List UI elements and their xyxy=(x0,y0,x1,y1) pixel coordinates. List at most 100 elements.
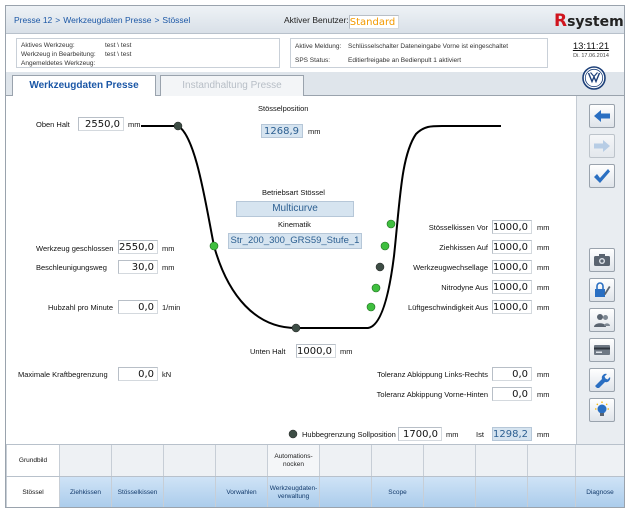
vorwahlen-button[interactable]: Vorwahlen xyxy=(216,477,268,507)
sps-status-label: SPS Status: xyxy=(295,57,331,64)
stoesselkissen-vor-field[interactable]: 1000,0 xyxy=(492,220,532,234)
empty-button-slot xyxy=(164,445,216,477)
active-tool-value: test \ test xyxy=(105,42,132,49)
diagnose-button[interactable]: Diagnose xyxy=(576,477,624,507)
kinematik-select[interactable]: Str_200_300_GRS59_Stufe_1 xyxy=(228,233,362,249)
arrow-right-icon xyxy=(594,140,610,152)
active-user-value: Standard xyxy=(348,15,400,29)
empty-button-slot xyxy=(424,477,476,507)
sps-status-value: Editierfreigabe an Bedienpult 1 aktivier… xyxy=(348,57,462,64)
logged-tool-label: Angemeldetes Werkzeug: xyxy=(21,60,96,67)
stoesselposition-field: 1268,9 xyxy=(261,124,303,138)
lueftgeschwindigkeit-label: Lüftgeschwindigkeit Aus xyxy=(407,303,488,312)
empty-button-slot xyxy=(60,445,112,477)
lueftgeschwindigkeit-point xyxy=(366,302,376,312)
nitrodyne-aus-point xyxy=(371,283,381,293)
vw-logo-icon xyxy=(582,66,606,90)
stoesselposition-label: Stösselposition xyxy=(258,104,309,113)
camera-icon xyxy=(594,254,610,266)
hubzahl-field[interactable]: 0,0 xyxy=(118,300,158,314)
checkmark-icon xyxy=(594,169,610,183)
stoessel-button[interactable]: Stössel xyxy=(6,477,60,507)
werkzeugwechsellage-field[interactable]: 1000,0 xyxy=(492,260,532,274)
bottom-nav-row-2: Stössel Ziehkissen Stösselkissen Vorwahl… xyxy=(6,476,624,507)
lueftgeschwindigkeit-field[interactable]: 1000,0 xyxy=(492,300,532,314)
nitrodyne-aus-field[interactable]: 1000,0 xyxy=(492,280,532,294)
kraftbegrenzung-field[interactable]: 0,0 xyxy=(118,367,158,381)
tab-instandhaltung-presse[interactable]: Instandhaltung Presse xyxy=(160,75,304,96)
breadcrumb-separator: > xyxy=(55,15,61,25)
back-button[interactable] xyxy=(589,104,615,128)
kraftbegrenzung-unit: kN xyxy=(162,370,172,379)
empty-button-slot xyxy=(576,445,624,477)
oben-halt-field[interactable]: 2550,0 xyxy=(78,117,124,131)
lueftgeschwindigkeit-unit: mm xyxy=(537,303,550,312)
empty-button-slot xyxy=(424,445,476,477)
toleranz-lr-field[interactable]: 0,0 xyxy=(492,367,532,381)
bottom-nav-row-1: Grundbild Automations- nocken xyxy=(6,444,624,477)
breadcrumb-item-presse[interactable]: Presse 12 xyxy=(14,15,52,25)
werkzeug-geschlossen-field[interactable]: 2550,0 xyxy=(118,240,158,254)
stoesselkissen-vor-unit: mm xyxy=(537,223,550,232)
top-bar: Presse 12 > Werkzeugdaten Presse > Stössel A… xyxy=(6,6,624,34)
hubbegrenzung-field[interactable]: 1700,0 xyxy=(398,427,442,441)
stoesselkissen-vor-label: Stösselkissen Vor xyxy=(428,223,488,232)
empty-button-slot xyxy=(112,445,164,477)
card-button[interactable] xyxy=(589,338,615,362)
hubbegrenzung-ist-field: 1298,2 xyxy=(492,427,532,441)
active-user: Aktiver Benutzer: Standard xyxy=(284,15,400,29)
toleranz-lr-unit: mm xyxy=(537,370,550,379)
breadcrumb-item-stoessel[interactable]: Stössel xyxy=(162,15,190,25)
card-icon xyxy=(594,345,610,355)
toleranz-vh-unit: mm xyxy=(537,390,550,399)
nitrodyne-aus-label: Nitrodyne Aus xyxy=(441,283,488,292)
tab-werkzeugdaten-presse[interactable]: Werkzeugdaten Presse xyxy=(12,75,156,97)
service-button[interactable] xyxy=(589,368,615,392)
werkzeug-geschlossen-label: Werkzeug geschlossen xyxy=(36,244,114,253)
empty-button-slot xyxy=(476,477,528,507)
breadcrumb-item-werkzeugdaten[interactable]: Werkzeugdaten Presse xyxy=(63,15,151,25)
werkzeug-geschlossen-unit: mm xyxy=(162,244,175,253)
werkzeugdatenverwaltung-button[interactable]: Werkzeugdaten- verwaltung xyxy=(268,477,320,507)
tool-info-box: Aktives Werkzeug: test \ test Werkzeug i… xyxy=(16,38,280,68)
ziehkissen-auf-unit: mm xyxy=(537,243,550,252)
werkzeug-geschlossen-point xyxy=(209,241,219,251)
empty-button-slot xyxy=(320,477,372,507)
forward-button[interactable] xyxy=(589,134,615,158)
main-panel: Oben Halt 2550,0 mm Stösselposition 1268… xyxy=(6,96,574,444)
oben-halt-unit: mm xyxy=(128,120,141,129)
users-button[interactable] xyxy=(589,308,615,332)
hubbegrenzung-label: Hubbegrenzung Sollposition xyxy=(302,430,396,439)
empty-button-slot xyxy=(164,477,216,507)
ziehkissen-button[interactable]: Ziehkissen xyxy=(60,477,112,507)
info-button[interactable] xyxy=(589,398,615,422)
rsystems-logo: Rsystems xyxy=(554,11,624,31)
empty-button-slot xyxy=(320,445,372,477)
betriebsart-select[interactable]: Multicurve xyxy=(236,201,354,217)
oben-halt-point xyxy=(173,121,183,131)
grundbild-button[interactable]: Grundbild xyxy=(6,445,60,477)
camera-button[interactable] xyxy=(589,248,615,272)
werkzeugwechsellage-unit: mm xyxy=(537,263,550,272)
hubzahl-label: Hubzahl pro Minute xyxy=(48,303,114,312)
breadcrumb-separator: > xyxy=(154,15,160,25)
scope-button[interactable]: Scope xyxy=(372,477,424,507)
automationsnocken-button[interactable]: Automations- nocken xyxy=(268,445,320,477)
active-user-label: Aktiver Benutzer: xyxy=(284,15,349,25)
unten-halt-label: Unten Halt xyxy=(250,347,286,356)
hubbegrenzung-ist-label: Ist xyxy=(476,430,484,439)
right-toolbar xyxy=(576,96,624,444)
message-info-box: Aktive Meldung: Schlüsselschalter Datene… xyxy=(290,38,548,68)
beschleunigungsweg-field[interactable]: 30,0 xyxy=(118,260,158,274)
toleranz-lr-label: Toleranz Abkippung Links-Rechts xyxy=(377,370,488,379)
unten-halt-field[interactable]: 1000,0 xyxy=(296,344,336,358)
ziehkissen-auf-label: Ziehkissen Auf xyxy=(439,243,488,252)
ziehkissen-auf-field[interactable]: 1000,0 xyxy=(492,240,532,254)
confirm-button[interactable] xyxy=(589,164,615,188)
hubbegrenzung-unit: mm xyxy=(446,430,459,439)
hubbegrenzung-ist-unit: mm xyxy=(537,430,550,439)
stoesselkissen-button[interactable]: Stösselkissen xyxy=(112,477,164,507)
lock-edit-button[interactable] xyxy=(589,278,615,302)
toleranz-vh-field[interactable]: 0,0 xyxy=(492,387,532,401)
unten-halt-unit: mm xyxy=(340,347,353,356)
